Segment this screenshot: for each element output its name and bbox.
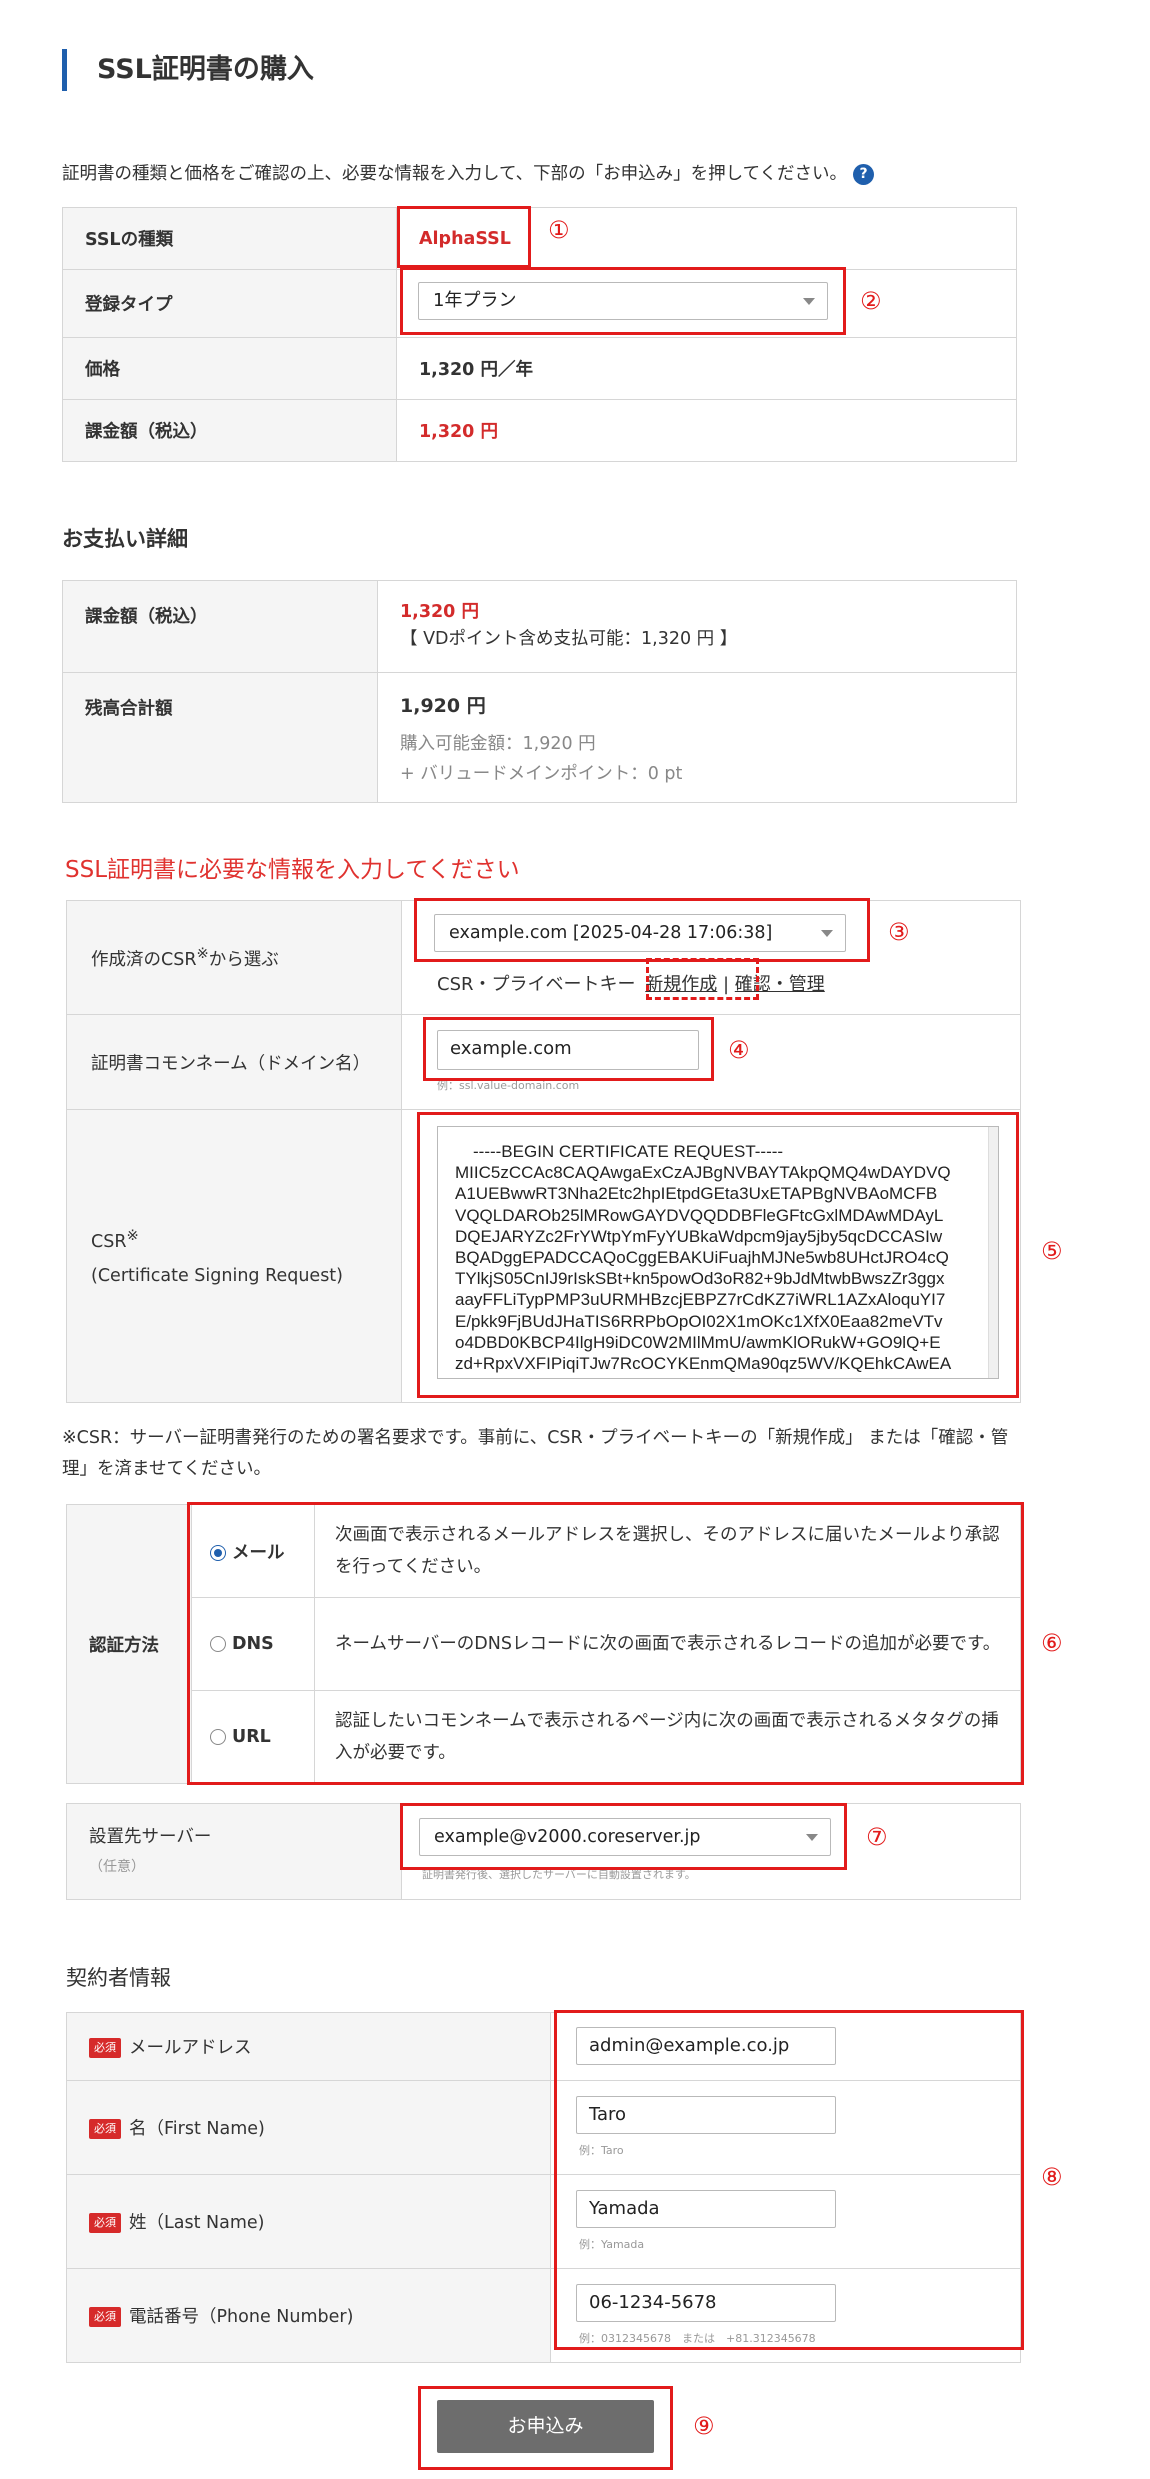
contact-label-first: 必須 名（First Name) bbox=[66, 2080, 551, 2175]
csr-label-sup: ※ bbox=[126, 1227, 139, 1245]
annotation-box-1 bbox=[397, 206, 531, 268]
csr-key-text: CSR・プライベートキー bbox=[437, 974, 636, 995]
balance-points: + バリュードメインポイント：0 pt bbox=[400, 764, 683, 784]
marker-7: ⑦ bbox=[866, 1823, 888, 1851]
annotation-box-2 bbox=[400, 267, 846, 335]
payment-billing-cell: 1,320 円 【 VDポイント含め支払可能：1,320 円 】 bbox=[377, 580, 1017, 673]
payment-table: 課金額（税込） 1,320 円 【 VDポイント含め支払可能：1,320 円 】… bbox=[62, 580, 1017, 803]
csr-label-line: CSR※ bbox=[91, 1219, 401, 1259]
intro-text-body: 証明書の種類と価格をご確認の上、必要な情報を入力して、下部の「お申込み」を押して… bbox=[62, 164, 848, 184]
contact-label-email-text: メールアドレス bbox=[129, 2038, 252, 2058]
csr-select-label-tail: から選ぶ bbox=[208, 949, 279, 970]
csr-footnote: ※CSR：サーバー証明書発行のための署名要求です。事前に、CSR・プライベートキ… bbox=[62, 1428, 1009, 1479]
marker-2: ② bbox=[860, 287, 882, 315]
required-badge: 必須 bbox=[89, 2307, 121, 2327]
annotation-dash-new bbox=[646, 958, 759, 1000]
server-optional: （任意） bbox=[89, 1858, 145, 1875]
balance-value: 1,920 円 bbox=[400, 695, 486, 717]
common-name-label: 証明書コモンネーム（ドメイン名） bbox=[66, 1014, 402, 1110]
balance-label: 残高合計額 bbox=[62, 672, 378, 803]
contact-label-first-text: 名（First Name) bbox=[129, 2119, 265, 2139]
balance-available: 購入可能金額：1,920 円 bbox=[400, 734, 596, 754]
annotation-box-8 bbox=[554, 2010, 1024, 2350]
contact-section-title: 契約者情報 bbox=[66, 1966, 171, 1990]
marker-1: ① bbox=[548, 216, 570, 244]
required-badge: 必須 bbox=[89, 2119, 121, 2139]
billing-label: 課金額（税込） bbox=[62, 399, 397, 462]
csr-label: CSR bbox=[91, 1231, 127, 1252]
server-label: 設置先サーバー bbox=[89, 1826, 212, 1847]
payment-points-note: 【 VDポイント含め支払可能：1,320 円 】 bbox=[400, 629, 738, 649]
help-icon[interactable]: ? bbox=[853, 163, 875, 185]
contact-label-last: 必須 姓（Last Name) bbox=[66, 2174, 551, 2269]
required-badge: 必須 bbox=[89, 2038, 121, 2058]
annotation-box-3 bbox=[414, 898, 870, 962]
csr-label-sub: (Certificate Signing Request) bbox=[91, 1265, 343, 1286]
server-label-cell: 設置先サーバー （任意） bbox=[66, 1803, 402, 1900]
csr-select-sup: ※ bbox=[196, 944, 209, 962]
marker-5: ⑤ bbox=[1041, 1237, 1063, 1265]
payment-section-title: お支払い詳細 bbox=[62, 527, 188, 551]
reg-type-label: 登録タイプ bbox=[62, 269, 397, 338]
annotation-box-6 bbox=[187, 1502, 1024, 1785]
contact-label-phone: 必須 電話番号（Phone Number) bbox=[66, 2268, 551, 2363]
payment-billing-label: 課金額（税込） bbox=[62, 580, 378, 673]
balance-cell: 1,920 円 購入可能金額：1,920 円 + バリュードメインポイント：0 … bbox=[377, 672, 1017, 803]
annotation-box-7 bbox=[400, 1803, 847, 1870]
annotation-box-9 bbox=[418, 2386, 673, 2470]
csr-select-label-cell: 作成済のCSR※から選ぶ bbox=[66, 900, 402, 1015]
marker-6: ⑥ bbox=[1041, 1629, 1063, 1657]
contact-label-last-text: 姓（Last Name) bbox=[129, 2213, 265, 2233]
auth-label: 認証方法 bbox=[66, 1504, 192, 1784]
contact-label-email: 必須 メールアドレス bbox=[66, 2012, 551, 2081]
csr-key-links: CSR・プライベートキー 新規作成 | 確認・管理 bbox=[437, 972, 825, 998]
marker-4: ④ bbox=[728, 1036, 750, 1064]
payment-billing-value: 1,320 円 bbox=[400, 602, 479, 622]
ssl-info-title: SSL証明書に必要な情報を入力してください bbox=[65, 857, 520, 883]
billing-value: 1,320 円 bbox=[396, 399, 1017, 462]
intro-text: 証明書の種類と価格をご確認の上、必要な情報を入力して、下部の「お申込み」を押して… bbox=[62, 162, 875, 186]
marker-3: ③ bbox=[888, 918, 910, 946]
marker-9: ⑨ bbox=[693, 2412, 715, 2440]
price-label: 価格 bbox=[62, 337, 397, 400]
csr-select-label: 作成済のCSR bbox=[91, 949, 197, 970]
ssl-type-label: SSLの種類 bbox=[62, 207, 397, 270]
csr-label-cell: CSR※ (Certificate Signing Request) bbox=[66, 1109, 402, 1403]
required-badge: 必須 bbox=[89, 2213, 121, 2233]
price-value: 1,320 円／年 bbox=[396, 337, 1017, 400]
annotation-box-5 bbox=[417, 1112, 1019, 1398]
annotation-box-4 bbox=[423, 1017, 714, 1081]
contact-label-phone-text: 電話番号（Phone Number) bbox=[129, 2307, 354, 2327]
marker-8: ⑧ bbox=[1041, 2163, 1063, 2191]
page-title: SSL証明書の購入 bbox=[62, 49, 314, 91]
